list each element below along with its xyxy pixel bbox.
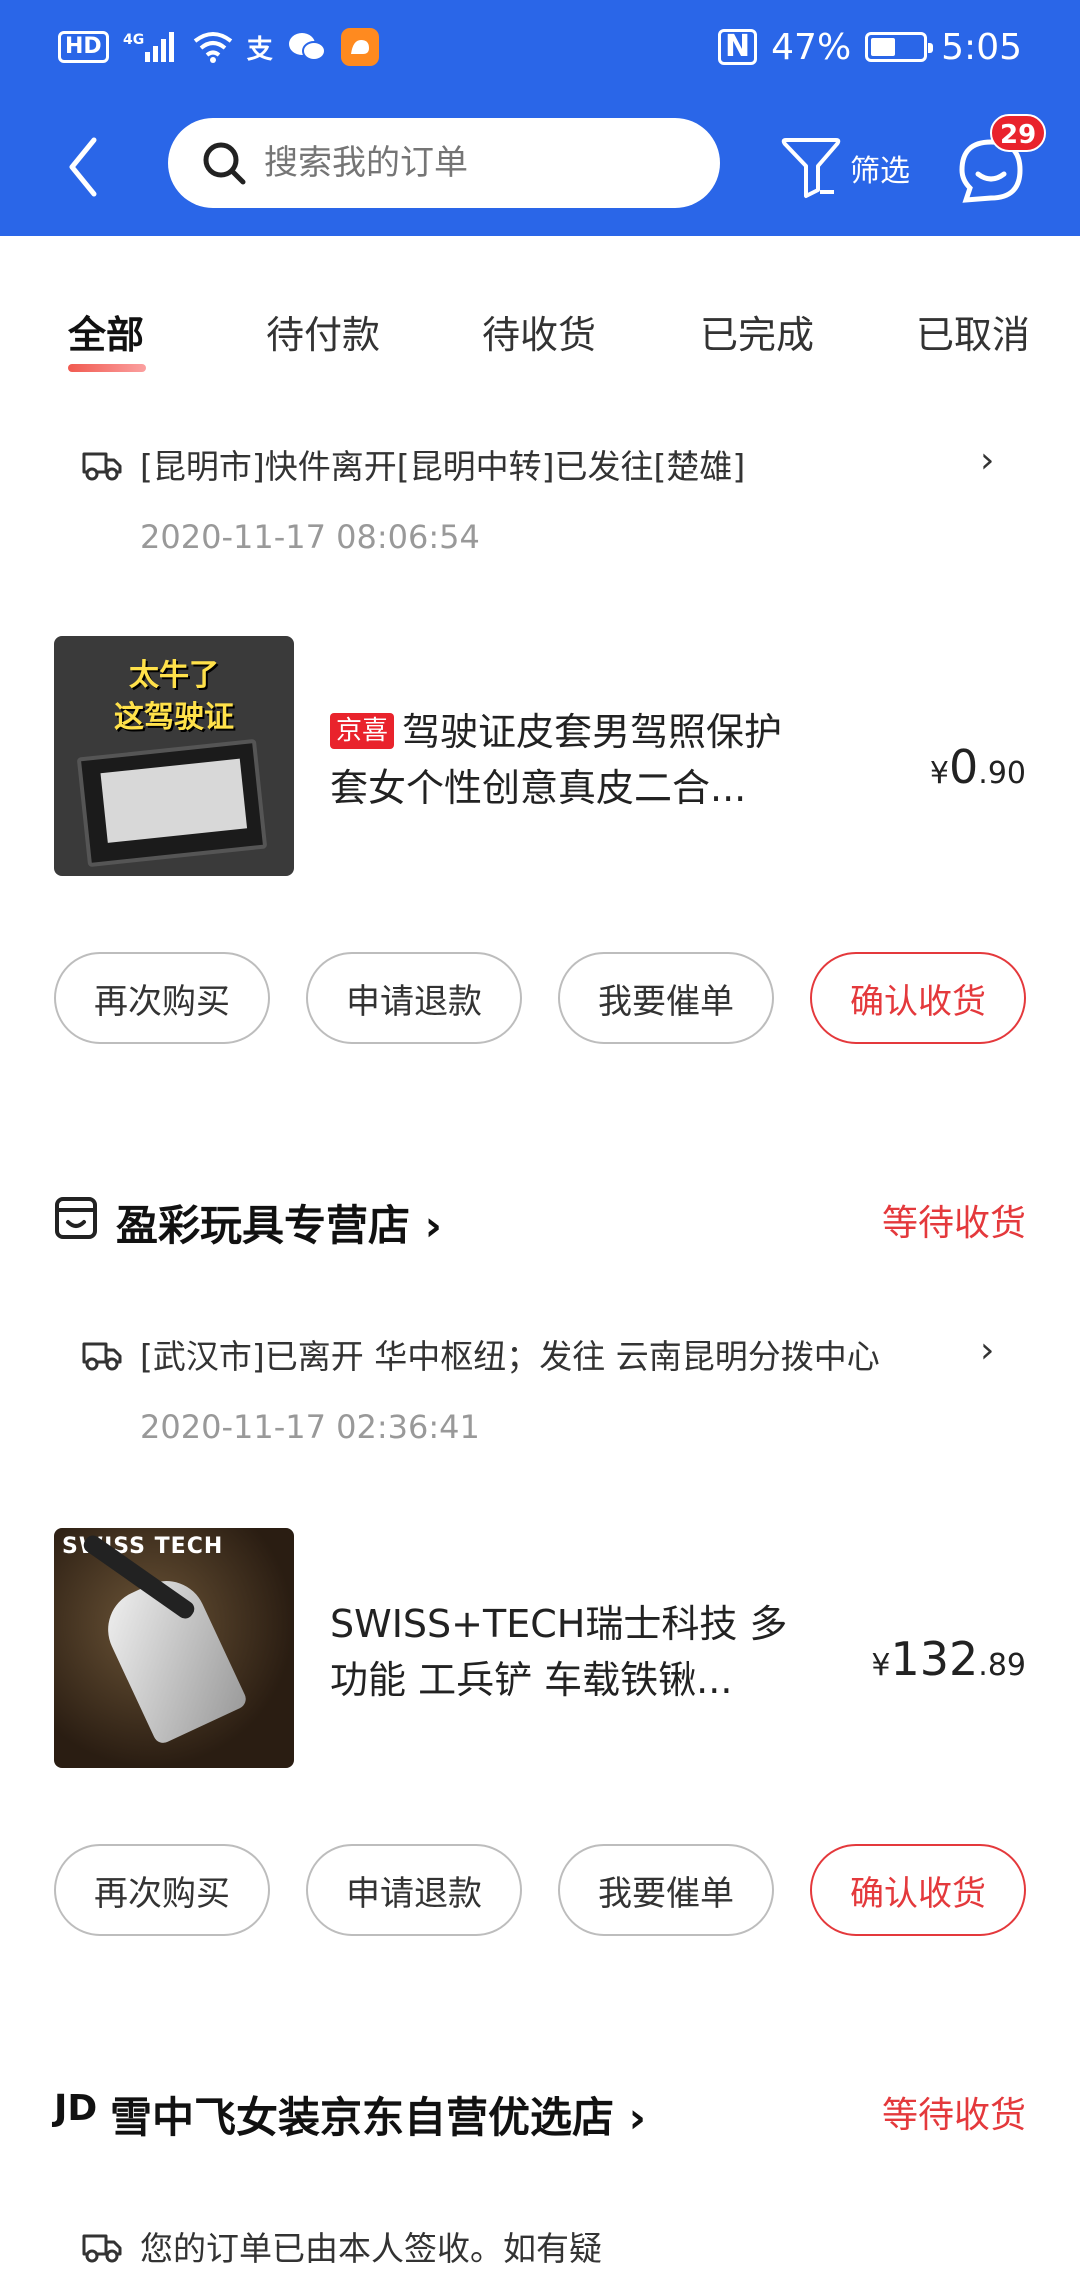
tab-pending-receipt[interactable]: 待收货 — [482, 304, 596, 359]
tab-pending-payment[interactable]: 待付款 — [266, 304, 380, 359]
jingxi-badge: 京喜 — [330, 713, 395, 749]
product-item[interactable]: SWISS TECH SWISS+TECH瑞士科技 多 功能 工兵铲 车载铁锹.… — [54, 1528, 1026, 1768]
battery-percent: 47% — [771, 26, 852, 68]
shop-name[interactable]: 盈彩玩具专营店 › — [116, 1192, 442, 1253]
product-item[interactable]: 太牛了 这驾驶证 京喜 驾驶证皮套男驾照保护 套女个性创意真皮二合... ¥0.9… — [54, 636, 1026, 876]
product-name[interactable]: 京喜 驾驶证皮套男驾照保护 套女个性创意真皮二合... — [330, 704, 860, 816]
truck-icon — [82, 452, 122, 481]
logistics-row[interactable]: [昆明市]快件离开[昆明中转]已发往[楚雄] 2020-11-17 08:06:… — [80, 440, 1020, 560]
chevron-right-icon: › — [980, 440, 995, 481]
thumbnail-caption: 这驾驶证 — [114, 700, 234, 735]
urge-order-button[interactable]: 我要催单 — [558, 1844, 774, 1936]
logistics-row[interactable]: [武汉市]已离开 华中枢纽；发往 云南昆明分拨中心 2020-11-17 02:… — [80, 1330, 1020, 1450]
thumbnail-caption: 太牛了 — [129, 658, 219, 693]
alipay-icon: 支 — [246, 34, 273, 65]
buy-again-button[interactable]: 再次购买 — [54, 952, 270, 1044]
hd-icon: HD — [58, 31, 109, 63]
confirm-receipt-button[interactable]: 确认收货 — [810, 952, 1026, 1044]
shop-name[interactable]: 雪中飞女装京东自营优选店 › — [110, 2084, 646, 2145]
product-thumbnail[interactable]: SWISS TECH — [54, 1528, 294, 1768]
truck-icon — [82, 2234, 122, 2263]
price-integer: 132 — [890, 1632, 979, 1686]
logistics-text: [武汉市]已离开 华中枢纽；发往 云南昆明分拨中心 — [140, 1337, 880, 1376]
message-button[interactable]: 29 — [956, 114, 1047, 210]
order-tabs: 全部 待付款 待收货 已完成 已取消 — [0, 236, 1080, 386]
logistics-time: 2020-11-17 08:06:54 — [140, 518, 480, 556]
buy-again-button[interactable]: 再次购买 — [54, 1844, 270, 1936]
product-name-line: 功能 工兵铲 车载铁锹... — [330, 1658, 733, 1702]
wifi-icon — [193, 31, 233, 63]
confirm-receipt-button[interactable]: 确认收货 — [810, 1844, 1026, 1936]
logistics-row[interactable]: 您的订单已由本人签收。如有疑 — [80, 2222, 1020, 2280]
order-status: 等待收货 — [881, 2095, 1026, 2136]
price-decimal: .89 — [978, 1648, 1026, 1683]
shop-icon — [55, 1197, 97, 1239]
battery-fill — [871, 38, 896, 56]
request-refund-button[interactable]: 申请退款 — [306, 1844, 522, 1936]
jd-logo: JD — [54, 2088, 98, 2129]
uc-browser-icon — [340, 28, 379, 66]
status-icons-right: N 47% 5:05 — [718, 22, 1022, 72]
status-bar: HD 4G 支 N 47% 5:05 — [0, 0, 1080, 95]
battery-icon — [865, 32, 934, 62]
filter-button[interactable]: 筛选 — [780, 128, 910, 208]
wallet-image — [76, 738, 268, 868]
product-name-line: 套女个性创意真皮二合... — [330, 766, 747, 810]
price-symbol: ¥ — [871, 1648, 891, 1683]
shop-header: 盈彩玩具专营店 › 等待收货 — [54, 1190, 1026, 1250]
product-price: ¥132.89 — [871, 1632, 1026, 1686]
active-tab-indicator — [68, 364, 146, 372]
search-input[interactable] — [264, 143, 684, 183]
search-bar[interactable] — [168, 118, 720, 208]
back-arrow-icon — [69, 137, 97, 197]
tab-all[interactable]: 全部 — [68, 304, 144, 359]
product-name-line: 驾驶证皮套男驾照保护 — [402, 710, 783, 754]
tab-cancelled[interactable]: 已取消 — [916, 304, 1030, 359]
price-integer: 0 — [949, 740, 979, 794]
order-status: 等待收货 — [881, 1203, 1026, 1244]
logistics-text: 您的订单已由本人签收。如有疑 — [140, 2229, 602, 2268]
price-decimal: .90 — [978, 756, 1026, 791]
network-type-label: 4G — [123, 32, 144, 48]
product-price: ¥0.90 — [930, 740, 1026, 794]
product-name[interactable]: SWISS+TECH瑞士科技 多 功能 工兵铲 车载铁锹... — [330, 1596, 860, 1708]
tab-completed[interactable]: 已完成 — [700, 304, 814, 359]
urge-order-button[interactable]: 我要催单 — [558, 952, 774, 1044]
nfc-icon: N — [718, 29, 758, 65]
toolbar: 筛选 29 — [0, 110, 1080, 222]
order-actions: 再次购买 申请退款 我要催单 确认收货 — [54, 1844, 1026, 1936]
logistics-text: [昆明市]快件离开[昆明中转]已发往[楚雄] — [140, 447, 746, 486]
search-icon — [198, 137, 250, 189]
logistics-time: 2020-11-17 02:36:41 — [140, 1408, 480, 1446]
message-count-badge: 29 — [990, 114, 1047, 152]
shop-header: JD 雪中飞女装京东自营优选店 › 等待收货 — [54, 2082, 1026, 2142]
chevron-right-icon: › — [980, 1330, 995, 1371]
filter-icon — [781, 138, 841, 198]
price-symbol: ¥ — [929, 756, 949, 791]
filter-label: 筛选 — [850, 154, 910, 189]
status-icons-left: HD 4G 支 — [58, 24, 379, 70]
header: HD 4G 支 N 47% 5:05 搜索我的订单 筛选 29 — [0, 0, 1080, 236]
request-refund-button[interactable]: 申请退款 — [306, 952, 522, 1044]
back-button[interactable] — [52, 132, 112, 202]
truck-icon — [82, 1342, 122, 1371]
signal-icon: 4G — [123, 30, 179, 64]
clock: 5:05 — [941, 26, 1022, 68]
product-name-line: SWISS+TECH瑞士科技 多 — [330, 1602, 788, 1646]
order-actions: 再次购买 申请退款 我要催单 确认收货 — [54, 952, 1026, 1044]
wechat-icon — [287, 31, 327, 63]
product-thumbnail[interactable]: 太牛了 这驾驶证 — [54, 636, 294, 876]
